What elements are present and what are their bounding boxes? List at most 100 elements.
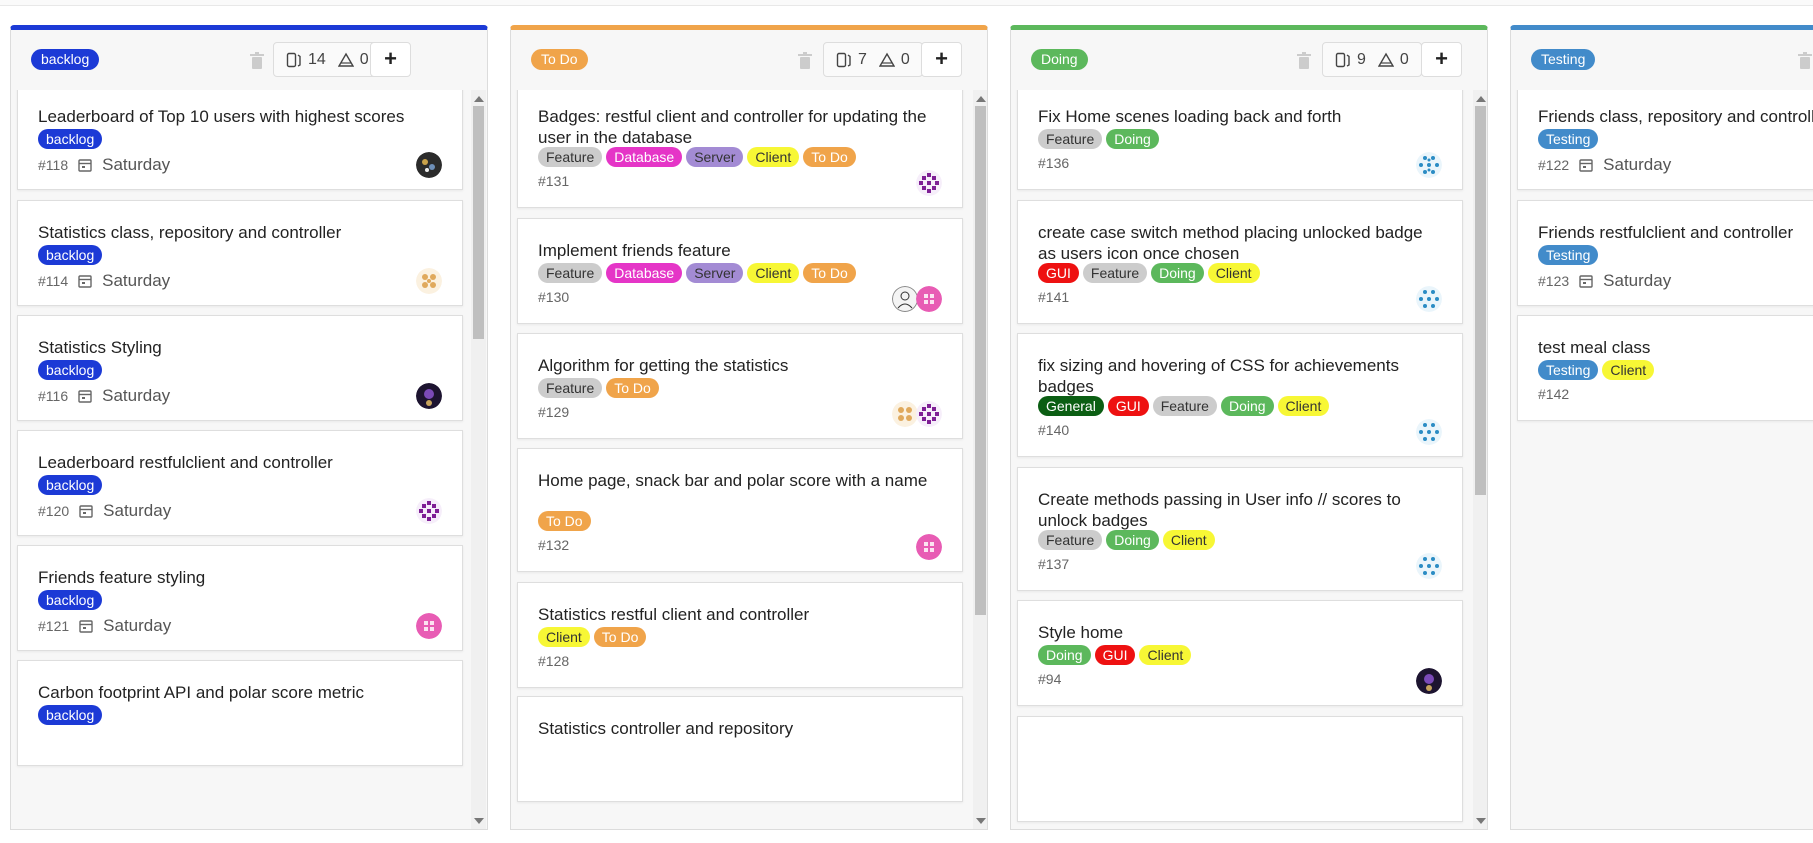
card-tags: Testing [1538,245,1599,265]
tag-gui: GUI [1107,396,1149,416]
tag-feature: Feature [538,263,603,283]
card[interactable]: Statistics class, repository and control… [17,200,463,306]
card-number: #118 [38,157,69,173]
scroll-up-icon[interactable] [976,96,986,102]
card-title: Implement friends feature [538,241,731,260]
card-title: Style home [1038,623,1124,642]
trash-icon[interactable] [1797,52,1813,70]
card-title: Leaderboard restfulclient and controller [38,453,333,472]
card-title: Create methods passing in User info // s… [1038,490,1401,530]
card[interactable]: Leaderboard restfulclient and controller… [17,430,463,536]
calendar-icon [79,505,93,518]
card-title: create case switch method placing unlock… [1038,223,1423,263]
card[interactable]: Statistics controller and repository [517,696,963,802]
column-body: Fix Home scenes loading back and forth F… [1011,90,1487,829]
card[interactable]: Friends class, repository and controller… [1517,90,1813,190]
card-number: #123 [1538,273,1570,289]
card[interactable]: Implement friends feature Feature Databa… [517,218,963,324]
card-number: #137 [1038,556,1070,572]
pink-pattern-avatar-icon [416,613,442,639]
card[interactable]: Style home Doing GUI Client #94 [1017,600,1463,706]
tag-database: Database [606,263,683,283]
scroll-down-icon[interactable] [1476,818,1486,824]
column-label: backlog [31,49,100,70]
purple-pattern-avatar-icon [916,170,942,196]
column-header: To Do 7 0 + [511,30,987,90]
tag-client: Client [538,627,590,647]
card-number: #116 [38,388,69,404]
calendar-icon [78,275,92,288]
add-card-button[interactable]: + [370,42,411,77]
scroll-up-icon[interactable] [474,96,484,102]
purple-pattern-avatar-icon [916,401,942,427]
card[interactable]: Statistics Styling backlog #116 Saturday [17,315,463,421]
card-title: Algorithm for getting the statistics [538,356,789,375]
card[interactable] [1017,716,1463,822]
column-scrollbar[interactable] [471,90,486,829]
card-date: Saturday [103,616,172,635]
warning-count: 0 [1399,50,1409,68]
tag-server: Server [686,147,744,167]
add-card-button[interactable]: + [1421,42,1462,77]
card[interactable]: Friends restfulclient and controller Tes… [1517,200,1813,306]
card-meta: #116 Saturday [38,386,170,406]
tag-feature: Feature [1082,263,1148,283]
card-title: Home page, snack bar and polar score wit… [538,471,928,490]
card[interactable]: Create methods passing in User info // s… [1017,467,1463,591]
tan-pattern-avatar-icon [892,401,918,427]
card-tags: Feature Doing Client [1038,530,1215,550]
card[interactable]: create case switch method placing unlock… [1017,200,1463,324]
column-label: To Do [531,49,588,70]
cards-icon [286,52,301,67]
card[interactable]: Friends feature styling backlog #121 Sat… [17,545,463,651]
card-tags: backlog [38,129,103,149]
calendar-icon [1579,159,1593,172]
scroll-down-icon[interactable] [474,818,484,824]
card-meta: #132 [538,537,569,553]
tag-client: Client [747,147,800,167]
card[interactable]: Leaderboard of Top 10 users with highest… [17,90,463,190]
card[interactable]: test meal class Testing Client #142 [1517,315,1813,421]
tag: backlog [38,475,103,495]
card-date: Saturday [1603,155,1672,174]
tag-gui: GUI [1094,645,1136,665]
tag-testing: Testing [1538,129,1599,149]
column-header: backlog 14 0 + [11,30,487,90]
column-header: Testing [1511,30,1813,90]
warning-count: 0 [900,50,910,68]
trash-icon[interactable] [1296,52,1312,70]
card-date: Saturday [103,501,172,520]
card[interactable]: Carbon footprint API and polar score met… [17,660,463,766]
tag-client: Client [747,263,800,283]
scroll-thumb[interactable] [975,106,986,615]
card[interactable]: Home page, snack bar and polar score wit… [517,448,963,572]
tag-server: Server [686,263,744,283]
card[interactable]: Statistics restful client and controller… [517,582,963,688]
scroll-up-icon[interactable] [1476,96,1486,102]
card-tags: Testing Client [1538,360,1655,380]
tag-testing: Testing [1538,360,1599,380]
scroll-thumb[interactable] [1475,106,1486,495]
task-count: 7 [858,50,867,68]
trash-icon[interactable] [249,52,265,70]
tag-gui: GUI [1038,263,1079,283]
column-label: Testing [1531,49,1596,70]
tag: backlog [38,360,103,380]
card[interactable]: Fix Home scenes loading back and forth F… [1017,90,1463,190]
card[interactable]: Algorithm for getting the statistics Fea… [517,333,963,439]
card-tags: General GUI Feature Doing Client [1038,396,1330,416]
card[interactable]: Badges: restful client and controller fo… [517,90,963,208]
column-scrollbar[interactable] [1473,90,1487,829]
warning-icon [337,52,354,67]
card[interactable]: fix sizing and hovering of CSS for achie… [1017,333,1463,457]
scroll-thumb[interactable] [473,106,484,339]
scroll-down-icon[interactable] [976,818,986,824]
card-meta: #122 Saturday [1538,155,1671,175]
column-scrollbar[interactable] [973,90,987,829]
tag-feature: Feature [1152,396,1217,416]
warning-icon [1377,52,1394,67]
trash-icon[interactable] [797,52,813,70]
card-number: #120 [38,503,70,519]
add-card-button[interactable]: + [921,42,962,77]
card-number: #131 [538,173,570,189]
